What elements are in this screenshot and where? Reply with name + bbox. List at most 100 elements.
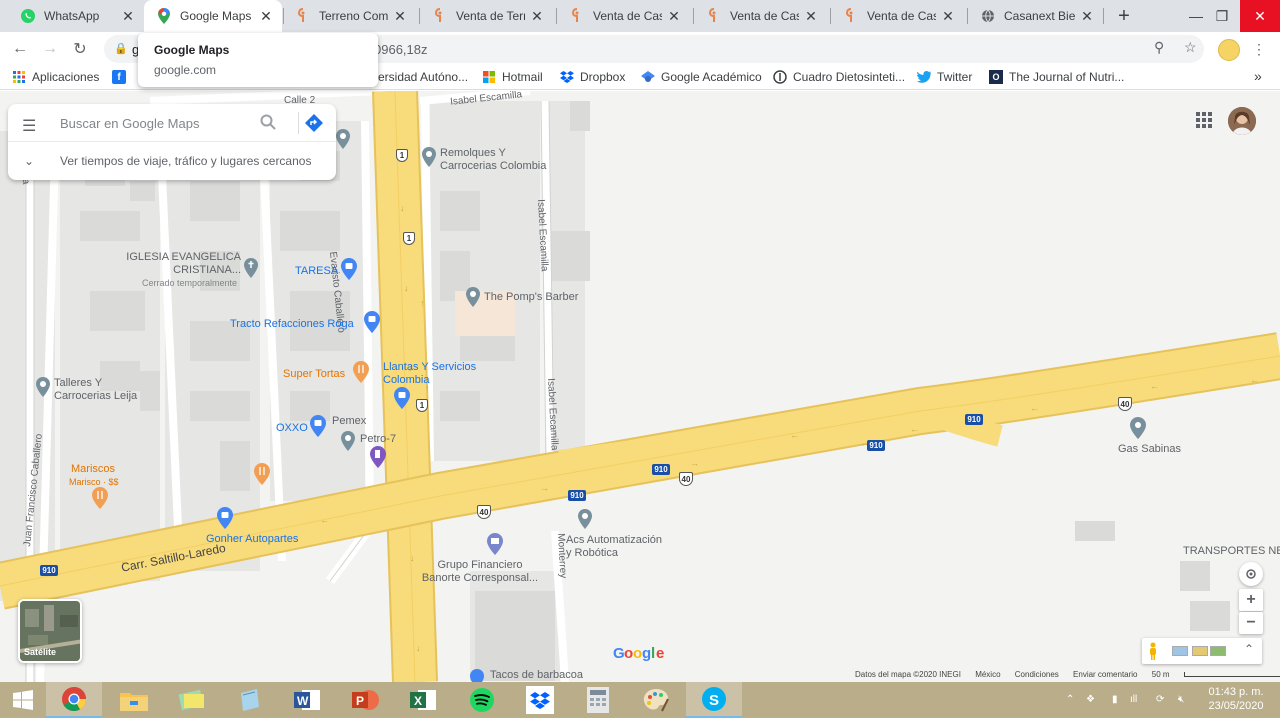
chevron-down-icon[interactable]: ⌄ (24, 154, 34, 168)
map-pin-icon[interactable] (578, 509, 592, 529)
shopping-pin-icon[interactable] (310, 415, 326, 437)
bookmark-star-icon[interactable]: ☆ (1184, 39, 1197, 56)
word-icon[interactable]: W (280, 682, 336, 718)
bookmark-cuadro[interactable]: Cuadro Dietosinteti... (773, 70, 905, 84)
close-tab-icon[interactable]: ✕ (803, 8, 819, 25)
terrain-layer-icon[interactable] (1210, 646, 1226, 656)
bookmark-facebook[interactable]: f (112, 70, 132, 84)
pegman-icon[interactable] (1148, 642, 1158, 663)
bookmark-apps[interactable]: Aplicaciones (12, 70, 99, 84)
network-icon[interactable]: ıll (1130, 694, 1137, 705)
close-tab-icon[interactable]: ✕ (666, 8, 682, 25)
chrome-icon[interactable] (46, 682, 102, 718)
tab-whatsapp[interactable]: WhatsApp ✕ (8, 0, 144, 32)
satellite-layer-toggle[interactable]: Satélite (18, 599, 82, 663)
sticky-notes-icon[interactable] (164, 682, 220, 718)
place-super-tortas[interactable]: Super Tortas (283, 368, 345, 381)
place-transportes[interactable]: TRANSPORTES NE (1183, 545, 1280, 558)
place-oxxo[interactable]: OXXO (276, 422, 308, 435)
battery-icon[interactable]: ▮ (1112, 694, 1118, 705)
transit-layer-icon[interactable] (1192, 646, 1208, 656)
zoom-icon[interactable]: ⚲ (1154, 39, 1164, 56)
spotify-icon[interactable] (454, 682, 510, 718)
gas-station-pin-icon[interactable] (370, 446, 386, 468)
hamburger-menu-icon[interactable]: ☰ (22, 116, 36, 136)
place-tacos-barbacoa[interactable]: Tacos de barbacoa (490, 669, 583, 682)
profile-avatar[interactable] (1218, 39, 1240, 61)
restaurant-pin-icon[interactable] (92, 487, 108, 509)
place-grupo-financiero[interactable]: Grupo Financiero Banorte Corresponsal... (420, 559, 540, 585)
restaurant-pin-icon[interactable] (353, 361, 369, 383)
map-pin-icon[interactable] (422, 147, 436, 167)
notepad-icon[interactable] (222, 682, 278, 718)
church-pin-icon[interactable] (244, 258, 258, 278)
directions-icon[interactable] (304, 113, 324, 133)
map-pin-icon[interactable] (466, 287, 480, 307)
bank-pin-icon[interactable] (487, 533, 503, 555)
place-iglesia[interactable]: IGLESIA EVANGELICA CRISTIANA... (126, 251, 241, 277)
bookmark-dropbox[interactable]: Dropbox (560, 70, 625, 84)
close-window-button[interactable]: ✕ (1240, 0, 1280, 32)
restaurant-pin-icon[interactable] (254, 463, 270, 485)
shopping-pin-icon[interactable] (394, 387, 410, 409)
place-talleres-leija[interactable]: Talleres Y Carrocerias Leija (54, 377, 137, 403)
restaurant-pin-icon[interactable] (470, 669, 484, 682)
shopping-pin-icon[interactable] (364, 311, 380, 333)
close-tab-icon[interactable]: ✕ (392, 8, 408, 25)
tab-casanext[interactable]: Casanext Biene ✕ (968, 0, 1103, 32)
account-avatar[interactable] (1228, 107, 1256, 135)
place-pomps-barber[interactable]: The Pomp's Barber (484, 291, 578, 304)
google-apps-icon[interactable] (1196, 112, 1212, 128)
place-mariscos[interactable]: Mariscos (71, 463, 115, 476)
show-hidden-icons-icon[interactable]: ⌃ (1066, 694, 1074, 705)
place-gonher-autopartes[interactable]: Gonher Autopartes (206, 533, 298, 546)
tab-venta-casa-1[interactable]: Venta de Casa ✕ (557, 0, 690, 32)
new-tab-button[interactable]: + (1112, 4, 1136, 28)
close-tab-icon[interactable]: ✕ (120, 8, 136, 25)
place-gas-sabinas[interactable]: Gas Sabinas (1118, 443, 1181, 456)
paint-icon[interactable] (628, 682, 684, 718)
close-tab-icon[interactable]: ✕ (940, 8, 956, 25)
zoom-in-button[interactable]: + (1239, 589, 1263, 611)
bookmark-scholar[interactable]: Google Académico (641, 70, 762, 84)
map-pin-icon[interactable] (336, 129, 350, 149)
dropbox-tray-icon[interactable]: ❖ (1086, 694, 1095, 705)
restore-button[interactable]: ❐ (1204, 0, 1240, 32)
bookmark-twitter[interactable]: Twitter (917, 70, 972, 84)
scale-label[interactable]: 50 m (1152, 670, 1170, 679)
reload-button[interactable]: ↻ (68, 37, 92, 61)
bookmark-hotmail[interactable]: Hotmail (482, 70, 543, 84)
file-explorer-icon[interactable] (106, 682, 162, 718)
send-feedback-link[interactable]: Enviar comentario (1073, 670, 1137, 679)
chrome-menu-icon[interactable]: ⋮ (1252, 41, 1266, 58)
calculator-icon[interactable] (570, 682, 626, 718)
bookmark-journal[interactable]: O The Journal of Nutri... (989, 70, 1124, 84)
powerpoint-icon[interactable]: P (338, 682, 394, 718)
traffic-layer-icon[interactable] (1172, 646, 1188, 656)
search-icon[interactable] (260, 114, 276, 133)
back-button[interactable]: ← (8, 37, 32, 61)
windows-start-icon[interactable] (0, 682, 46, 718)
shopping-pin-icon[interactable] (217, 507, 233, 529)
excel-icon[interactable]: X (396, 682, 452, 718)
map-pin-icon[interactable] (36, 377, 50, 397)
place-remolques[interactable]: Remolques Y Carrocerias Colombia (440, 147, 546, 173)
dropbox-icon[interactable] (512, 682, 568, 718)
shopping-pin-icon[interactable] (341, 258, 357, 280)
more-bookmarks-button[interactable]: » (1254, 68, 1262, 84)
close-tab-icon[interactable]: ✕ (1079, 8, 1095, 25)
bookmark-universidad[interactable]: versidad Autóno... (372, 70, 468, 84)
tab-google-maps[interactable]: Google Maps ✕ (144, 0, 282, 32)
tab-terreno[interactable]: Terreno Comer ✕ (283, 0, 416, 32)
place-pemex[interactable]: Pemex (332, 415, 366, 428)
place-llantas-servicios[interactable]: Llantas Y Servicios Colombia (383, 361, 476, 387)
tab-venta-terreno[interactable]: Venta de Terre ✕ (420, 0, 553, 32)
region-link[interactable]: México (975, 670, 1000, 679)
taskbar-clock[interactable]: 01:43 p. m. 23/05/2020 (1200, 685, 1272, 713)
place-petro-7[interactable]: Petro-7 (360, 433, 396, 446)
terms-link[interactable]: Condiciones (1015, 670, 1059, 679)
close-tab-icon[interactable]: ✕ (529, 8, 545, 25)
my-location-button[interactable] (1239, 562, 1263, 586)
map-pin-icon[interactable] (1130, 417, 1146, 439)
maps-search-input[interactable] (60, 113, 250, 133)
